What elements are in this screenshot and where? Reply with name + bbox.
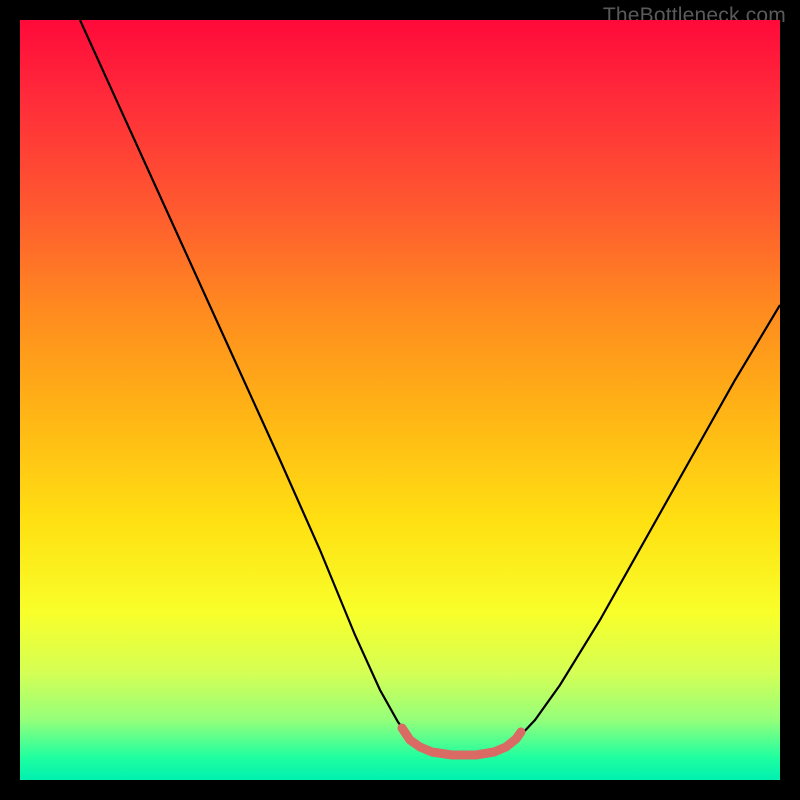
bottleneck-curve	[80, 20, 780, 754]
plot-area	[20, 20, 780, 780]
accent-segment	[402, 728, 521, 755]
chart-stage: TheBottleneck.com	[0, 0, 800, 800]
curve-layer	[20, 20, 780, 780]
